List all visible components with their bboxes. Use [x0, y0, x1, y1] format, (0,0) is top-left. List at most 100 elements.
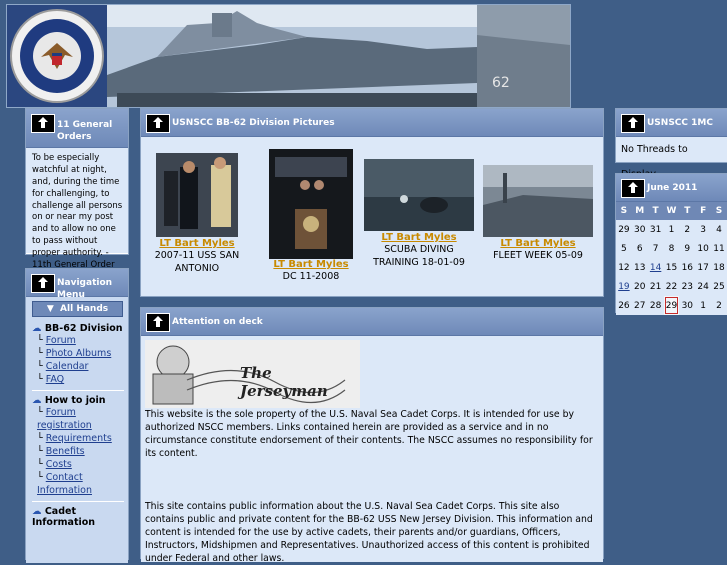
gallery-item[interactable]: LT Bart Myles SCUBA DIVING TRAINING 18-0…	[363, 159, 475, 269]
nav-link-calendar[interactable]: Calendar	[46, 361, 89, 372]
calendar-panel: June 2011 SMTWTFS 29 30 31 1 2 3 4 5 6 7 8 9 10 11 12 1…	[615, 173, 727, 315]
division-pictures-title: USNSCC BB-62 Division Pictures	[172, 118, 335, 128]
folder-icon: ☁	[32, 323, 42, 334]
photo-thumbnail[interactable]	[483, 165, 593, 237]
onemc-text: No Threads to Display.	[616, 137, 727, 180]
calendar-day: 16	[681, 262, 694, 273]
photo-thumbnail[interactable]	[364, 159, 474, 231]
nav-link-photo-albums[interactable]: Photo Albums	[46, 348, 112, 359]
calendar-day-header: F	[695, 202, 712, 220]
battleship-banner-image: 62	[7, 5, 570, 107]
general-orders-panel: 11 General Orders To be especially watch…	[25, 108, 129, 270]
jerseyman-logo-text: The Jerseyman	[240, 364, 328, 400]
photo-caption: FLEET WEEK 05-09	[493, 250, 583, 261]
calendar-week: 29 30 31 1 2 3 4	[616, 220, 727, 239]
calendar-day-header: T	[679, 202, 696, 220]
gallery-item[interactable]: LT Bart Myles DC 11-2008	[269, 149, 353, 283]
nav-section-cadet-information: ☁ Cadet Information	[26, 502, 128, 528]
calendar-day: 26	[618, 300, 630, 311]
folder-icon: ☁	[32, 506, 42, 517]
calendar-day-header: S	[711, 202, 727, 220]
attention-body: The Jerseyman This website is the sole p…	[141, 336, 603, 564]
navigation-menu-header: Navigation Menu	[26, 269, 128, 300]
calendar-day: 4	[716, 224, 722, 235]
up-arrow-icon	[621, 114, 645, 133]
photo-author-link[interactable]: LT Bart Myles	[363, 232, 475, 243]
calendar-day-header: W	[663, 202, 680, 220]
calendar-day: 3	[700, 224, 706, 235]
photo-thumbnail[interactable]	[269, 149, 353, 259]
calendar-day: 13	[634, 262, 646, 273]
calendar-day: 2	[684, 224, 691, 235]
photo-caption: DC 11-2008	[282, 271, 340, 282]
gallery-item[interactable]: LT Bart Myles FLEET WEEK 05-09	[482, 165, 594, 262]
calendar-day: 28	[649, 300, 662, 311]
nav-section-title: BB-62 Division	[44, 323, 123, 334]
up-arrow-icon	[31, 114, 55, 133]
gallery-item[interactable]: LT Bart Myles 2007-11 USS SAN ANTONIO	[147, 153, 247, 275]
all-hands-dropdown[interactable]: ▼ All Hands	[32, 301, 123, 317]
calendar-day-header: T	[647, 202, 664, 220]
nav-link-benefits[interactable]: Benefits	[46, 446, 85, 457]
photo-author-link[interactable]: LT Bart Myles	[269, 259, 353, 270]
calendar-day: 1	[668, 224, 675, 235]
onemc-title: USNSCC 1MC	[647, 118, 713, 128]
calendar-day: 11	[713, 243, 725, 254]
navigation-menu-body: ▼ All Hands ☁ BB-62 Division └ Forum └ P…	[26, 297, 128, 563]
photo-author-link[interactable]: LT Bart Myles	[147, 238, 247, 249]
calendar-day: 12	[618, 262, 630, 273]
calendar-day-header: S	[616, 202, 632, 220]
division-pictures-panel: USNSCC BB-62 Division Pictures LT Bart M…	[140, 108, 604, 297]
calendar-day: 29	[618, 224, 630, 235]
calendar-day: 25	[713, 281, 725, 292]
all-hands-label: All Hands	[60, 304, 109, 314]
photo-caption: 2007-11 USS SAN ANTONIO	[154, 250, 240, 274]
calendar-day: 2	[716, 300, 722, 311]
calendar-day: 6	[636, 243, 643, 254]
jerseyman-logo: The Jerseyman	[145, 340, 360, 408]
up-arrow-icon	[146, 313, 170, 332]
site-banner: 62	[6, 4, 571, 108]
calendar-day: 20	[634, 281, 646, 292]
public-info-paragraph: This site contains public information ab…	[145, 501, 593, 564]
calendar-day: 23	[681, 281, 694, 292]
nav-link-contact-information[interactable]: Contact Information	[37, 472, 92, 496]
calendar-grid: SMTWTFS 29 30 31 1 2 3 4 5 6 7 8 9 10 11 12 13 14 15 16 17 1…	[616, 202, 727, 315]
onemc-panel: USNSCC 1MC No Threads to Display.	[615, 108, 727, 180]
calendar-day: 1	[700, 300, 706, 311]
calendar-week: 19 20 21 22 23 24 25	[616, 277, 727, 296]
calendar-day: 21	[649, 281, 662, 292]
attention-panel: Attention on deck The Jerseyman This web…	[140, 307, 604, 564]
navigation-menu-panel: Navigation Menu ▼ All Hands ☁ BB-62 Divi…	[25, 268, 129, 563]
nav-link-costs[interactable]: Costs	[46, 459, 72, 470]
calendar-week: 26 27 28 29 30 1 2	[616, 296, 727, 315]
calendar-day[interactable]: 19	[616, 277, 632, 296]
nav-link-faq[interactable]: FAQ	[46, 374, 64, 385]
nav-link-requirements[interactable]: Requirements	[46, 433, 112, 444]
dropdown-arrow-icon: ▼	[46, 304, 54, 314]
general-orders-text: To be especially watchful at night, and,…	[26, 148, 128, 270]
photo-caption: SCUBA DIVING TRAINING 18-01-09	[373, 244, 465, 268]
calendar-day: 27	[634, 300, 646, 311]
photo-thumbnail[interactable]	[156, 153, 238, 237]
calendar-today: 29	[663, 296, 680, 315]
up-arrow-icon	[621, 179, 645, 198]
nav-link-forum-registration[interactable]: Forum registration	[37, 407, 92, 431]
nav-section-title: How to join	[44, 395, 106, 406]
calendar-day-header: M	[631, 202, 648, 220]
up-arrow-icon	[31, 274, 55, 293]
calendar-day: 17	[697, 262, 709, 273]
hull-number: 62	[492, 75, 510, 91]
calendar-day: 10	[697, 243, 709, 254]
nav-section-how-to-join: ☁ How to join └ Forum registration └ Req…	[26, 391, 128, 502]
calendar-day: 15	[665, 262, 678, 273]
nav-link-forum[interactable]: Forum	[46, 335, 76, 346]
calendar-day: 22	[665, 281, 678, 292]
calendar-day: 5	[621, 243, 627, 254]
calendar-day: 7	[652, 243, 659, 254]
calendar-week: 12 13 14 15 16 17 18	[616, 258, 727, 277]
nav-section-bb62: ☁ BB-62 Division └ Forum └ Photo Albums …	[26, 317, 128, 391]
calendar-day[interactable]: 14	[648, 258, 664, 277]
folder-icon: ☁	[32, 395, 42, 406]
photo-author-link[interactable]: LT Bart Myles	[482, 238, 594, 249]
